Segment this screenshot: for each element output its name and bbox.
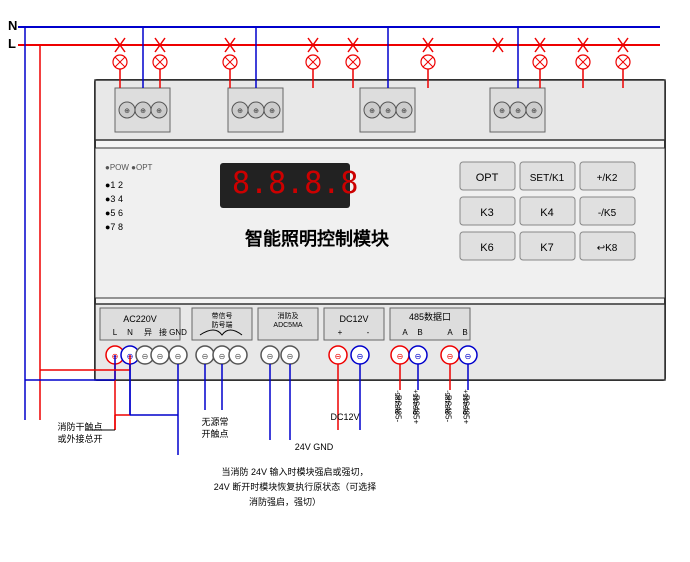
terminal-group-1: ⊕ ⊕ ⊕ <box>115 88 170 132</box>
note-line1: 当消防 24V 输入时模块强启或强切， <box>221 466 368 477</box>
svg-text:A: A <box>447 328 453 337</box>
svg-text:防号端: 防号端 <box>212 320 233 329</box>
rs485b2-label: RS485+ <box>462 395 471 424</box>
svg-text:●POW ●OPT: ●POW ●OPT <box>105 163 153 172</box>
device-name-label: 智能照明控制模块 <box>245 228 390 249</box>
svg-text:K3: K3 <box>480 207 493 219</box>
svg-text:+/K2: +/K2 <box>597 173 618 184</box>
svg-text:⊖: ⊖ <box>175 352 182 361</box>
svg-text:⊖: ⊖ <box>157 352 164 361</box>
svg-text:8.8.8.8: 8.8.8.8 <box>232 166 358 201</box>
svg-text:⊖: ⊖ <box>397 352 404 361</box>
svg-text:B: B <box>462 328 467 337</box>
svg-text:ADC5MA: ADC5MA <box>273 322 303 329</box>
svg-text:⊕: ⊕ <box>515 108 521 115</box>
svg-text:OPT: OPT <box>476 172 499 184</box>
svg-text:N: N <box>127 328 133 337</box>
svg-text:⊖: ⊖ <box>415 352 422 361</box>
fire-contact-label2: 或外接总开 <box>57 433 102 444</box>
svg-text:⊕: ⊕ <box>531 108 537 115</box>
svg-text:-/K5: -/K5 <box>598 208 617 219</box>
svg-text:⊖: ⊖ <box>142 352 149 361</box>
button-group: OPT SET/K1 +/K2 K3 K4 -/K5 K6 K7 <box>460 162 635 260</box>
svg-text:●7 8: ●7 8 <box>105 222 123 232</box>
svg-text:⊖: ⊖ <box>357 352 364 361</box>
svg-text:K4: K4 <box>540 207 553 219</box>
svg-text:●5 6: ●5 6 <box>105 208 123 218</box>
wiring-diagram: N L <box>0 0 690 562</box>
svg-text:⊕: ⊕ <box>269 108 275 115</box>
contact-label2: 开触点 <box>201 428 228 439</box>
rs485b-label: RS485+ <box>412 395 421 424</box>
lamp-7 <box>533 55 547 69</box>
svg-text:⊖: ⊖ <box>335 352 342 361</box>
svg-text:DC12V: DC12V <box>339 314 368 324</box>
bottom-terminals: ⊖ ⊖ ⊖ ⊖ ⊖ ⊖ ⊖ ⊖ ⊖ ⊖ ⊖ <box>106 346 477 364</box>
lamp-4 <box>306 55 320 69</box>
svg-text:⊖: ⊖ <box>287 352 294 361</box>
svg-text:B: B <box>417 328 422 337</box>
note-line3: 消防强启，强切） <box>249 496 321 507</box>
svg-text:⊕: ⊕ <box>253 108 259 115</box>
lamp-2 <box>153 55 167 69</box>
lamp-9 <box>616 55 630 69</box>
contact-label: 无源常 <box>201 416 228 427</box>
terminal-group-2: ⊕ ⊕ ⊕ <box>228 88 283 132</box>
svg-text:异: 异 <box>144 328 152 337</box>
svg-text:⊖: ⊖ <box>267 352 274 361</box>
terminal-group-4: ⊕ ⊕ ⊕ <box>490 88 545 132</box>
svg-text:↩K8: ↩K8 <box>597 243 618 254</box>
note-line2: 24V 断开时模块恢复执行原状态（可选择 <box>214 481 377 492</box>
svg-text:●1 2: ●1 2 <box>105 180 123 190</box>
dc12v-section <box>324 308 384 340</box>
svg-text:485数据口: 485数据口 <box>409 311 451 322</box>
svg-text:GND: GND <box>169 328 187 337</box>
svg-text:SET/K1: SET/K1 <box>530 173 565 184</box>
svg-text:K6: K6 <box>480 242 493 254</box>
n-label: N <box>8 18 17 33</box>
svg-text:⊕: ⊕ <box>499 108 505 115</box>
rs485a2-label: RS485- <box>444 395 453 422</box>
lamp-8 <box>576 55 590 69</box>
svg-text:⊕: ⊕ <box>140 108 146 115</box>
terminal-group-3: ⊕ ⊕ ⊕ <box>360 88 415 132</box>
svg-text:K7: K7 <box>540 242 553 254</box>
seven-segment-display: 8.8.8.8 <box>220 163 358 208</box>
lamp-5 <box>346 55 360 69</box>
svg-text:⊖: ⊖ <box>447 352 454 361</box>
svg-text:AC220V: AC220V <box>123 314 157 324</box>
lamp-3 <box>223 55 237 69</box>
l-label: L <box>8 36 16 51</box>
svg-text:●3 4: ●3 4 <box>105 194 123 204</box>
svg-text:A: A <box>402 328 408 337</box>
svg-text:L: L <box>113 328 118 337</box>
svg-text:带信号: 带信号 <box>212 311 233 320</box>
lamp-1 <box>113 55 127 69</box>
svg-text:+: + <box>338 328 343 337</box>
svg-text:⊕: ⊕ <box>369 108 375 115</box>
svg-text:接: 接 <box>159 327 167 337</box>
lamp-6 <box>421 55 435 69</box>
svg-text:⊕: ⊕ <box>401 108 407 115</box>
svg-text:⊕: ⊕ <box>385 108 391 115</box>
svg-text:⊕: ⊕ <box>156 108 162 115</box>
svg-text:⊕: ⊕ <box>124 108 130 115</box>
svg-text:⊕: ⊕ <box>237 108 243 115</box>
svg-text:⊖: ⊖ <box>219 352 226 361</box>
svg-text:⊖: ⊖ <box>465 352 472 361</box>
svg-text:⊖: ⊖ <box>202 352 209 361</box>
dc12v-bottom-label: DC12V <box>330 412 359 422</box>
dc24v-label: 24V GND <box>295 442 334 452</box>
svg-text:⊖: ⊖ <box>235 352 242 361</box>
rs485a-label: RS485- <box>394 395 403 422</box>
svg-text:消防及: 消防及 <box>278 311 299 320</box>
svg-text:-: - <box>367 328 370 337</box>
